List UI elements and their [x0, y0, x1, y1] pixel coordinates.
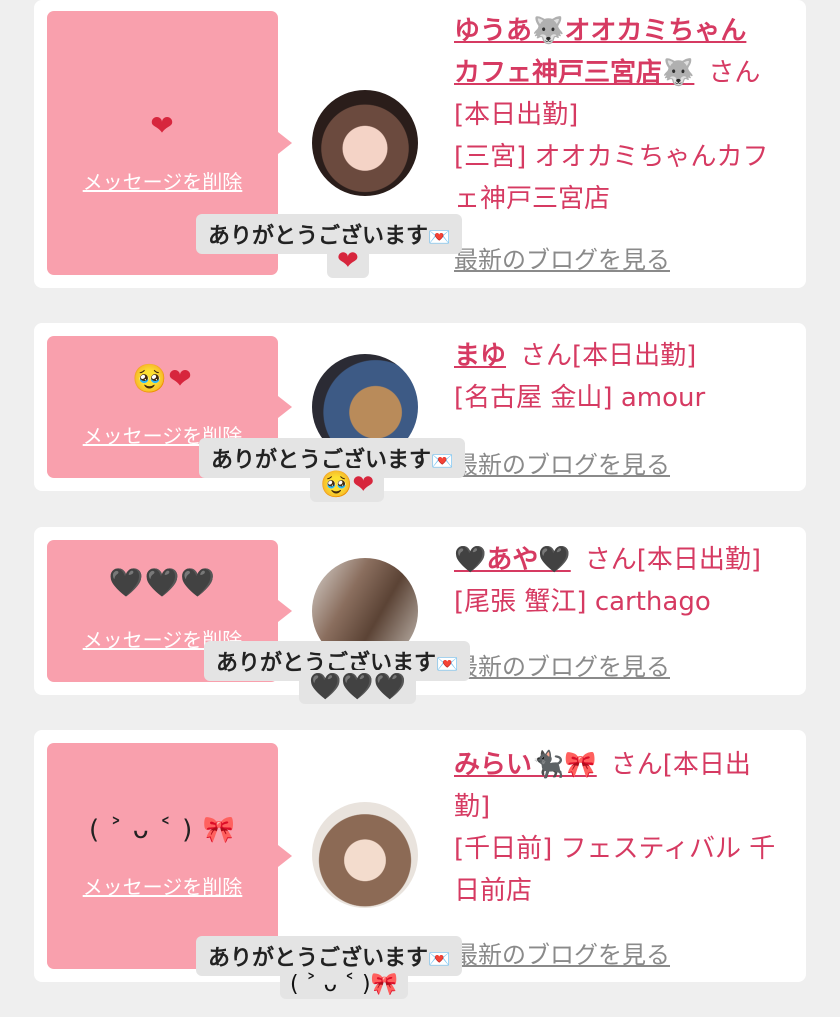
delete-message-link[interactable]: メッセージを削除 — [47, 166, 278, 195]
shop-name-cont: 日前店 — [454, 876, 533, 906]
message-text: ( ˃ ᴗ ˂ ) 🎀 — [89, 815, 236, 845]
shop-name: [名古屋 金山] amour — [454, 383, 706, 413]
reaction-badge: 🖤🖤🖤 — [299, 670, 417, 704]
shop-name: [三宮] オオカミちゃんカフ — [454, 142, 769, 172]
honorific-status-cont: 勤] — [454, 792, 491, 822]
honorific-status: さん[本日出勤] — [584, 545, 762, 575]
envelope-icon: 💌 — [428, 949, 451, 970]
cast-info: まゆ さん[本日出勤] [名古屋 金山] amour — [454, 335, 794, 419]
message-list: ❤ メッセージを削除 ゆうあ🐺オオカミちゃん カフェ神戸三宮店🐺 さん [本日出勤… — [0, 0, 840, 1017]
message-text: 🖤🖤🖤 — [108, 566, 217, 599]
reaction-badge: ❤ — [327, 244, 369, 278]
cast-name-link-cont[interactable]: カフェ神戸三宮店🐺 — [454, 58, 694, 88]
cast-name-link[interactable]: 🖤あや🖤 — [454, 545, 571, 575]
cast-info: ゆうあ🐺オオカミちゃん カフェ神戸三宮店🐺 さん [本日出勤] [三宮] オオカミ… — [454, 10, 794, 220]
latest-blog-link[interactable]: 最新のブログを見る — [454, 647, 670, 682]
latest-blog-link[interactable]: 最新のブログを見る — [454, 935, 670, 970]
honorific-status: さん[本日出 — [610, 750, 751, 780]
envelope-icon: 💌 — [428, 227, 451, 248]
shop-name-cont: ェ神戸三宮店 — [454, 184, 611, 214]
message-text: 🥹❤ — [132, 362, 193, 395]
avatar[interactable] — [312, 802, 418, 908]
attendance-status: [本日出勤] — [454, 100, 579, 130]
cast-name-link[interactable]: みらい🐈‍⬛🎀 — [454, 750, 597, 780]
message-card: ( ˃ ᴗ ˂ ) 🎀 メッセージを削除 みらい🐈‍⬛🎀 さん[本日出 勤] [千… — [34, 730, 806, 999]
envelope-icon: 💌 — [431, 451, 454, 472]
reaction-badge: ( ˃ ᴗ ˂ )🎀 — [280, 970, 408, 999]
latest-blog-link[interactable]: 最新のブログを見る — [454, 240, 670, 275]
message-card: 🖤🖤🖤 メッセージを削除 🖤あや🖤 さん[本日出勤] [尾張 蟹江] cartha… — [34, 527, 806, 704]
thanks-label: ありがとうございます — [208, 946, 429, 971]
honorific: さん — [708, 58, 761, 88]
cast-info: 🖤あや🖤 さん[本日出勤] [尾張 蟹江] carthago — [454, 539, 794, 623]
message-card: ❤ メッセージを削除 ゆうあ🐺オオカミちゃん カフェ神戸三宮店🐺 さん [本日出勤… — [34, 0, 806, 288]
shop-name: [千日前] フェスティバル 千 — [454, 834, 776, 864]
thanks-label: ありがとうございます — [208, 224, 429, 249]
avatar[interactable] — [312, 90, 418, 196]
message-card: 🥹❤ メッセージを削除 まゆ さん[本日出勤] [名古屋 金山] amour 最新… — [34, 323, 806, 502]
envelope-icon: 💌 — [436, 654, 459, 675]
shop-name: [尾張 蟹江] carthago — [454, 587, 711, 617]
reaction-badge: 🥹❤ — [310, 468, 385, 502]
honorific-status: さん[本日出勤] — [520, 341, 697, 371]
message-text: ❤ — [150, 109, 175, 142]
latest-blog-link[interactable]: 最新のブログを見る — [454, 445, 670, 480]
cast-name-link[interactable]: まゆ — [454, 341, 506, 371]
cast-info: みらい🐈‍⬛🎀 さん[本日出 勤] [千日前] フェスティバル 千 日前店 — [454, 744, 794, 912]
delete-message-link[interactable]: メッセージを削除 — [47, 871, 278, 900]
cast-name-link[interactable]: ゆうあ🐺オオカミちゃん — [454, 16, 746, 46]
